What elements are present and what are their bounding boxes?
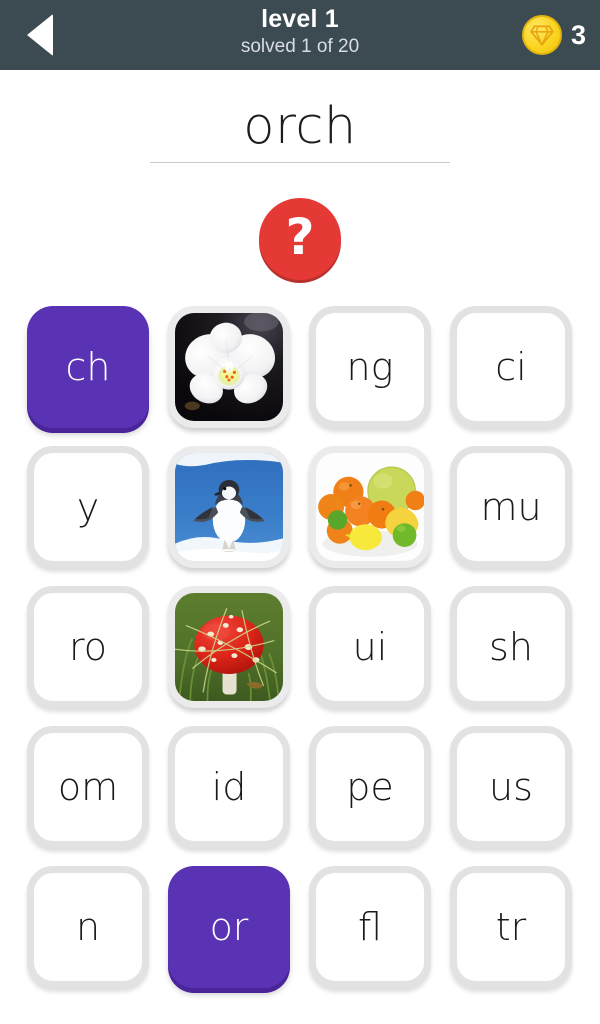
- picture-tile[interactable]: [309, 446, 431, 568]
- app-header: level 1 solved 1 of 20 3: [0, 0, 600, 70]
- tile-label: fl: [358, 905, 382, 949]
- tile-label: id: [211, 765, 247, 809]
- page-title: level 1: [261, 5, 339, 33]
- tile-grid: ch ng ci y mu ro ui sh om id pe us n or …: [27, 306, 573, 988]
- hint-area: ?: [0, 190, 600, 300]
- coin-count-label: 3: [570, 20, 586, 50]
- word-underline: [150, 162, 450, 163]
- letter-tile[interactable]: om: [27, 726, 149, 848]
- game-screen: level 1 solved 1 of 20 3 orch ? ch ng ci…: [0, 0, 600, 1024]
- letter-tile[interactable]: us: [450, 726, 572, 848]
- word-display: orch: [0, 70, 600, 190]
- tile-label: pe: [346, 765, 394, 809]
- tile-label: ch: [65, 345, 111, 389]
- tile-label: or: [209, 905, 249, 949]
- picture-tile[interactable]: [168, 306, 290, 428]
- picture-tile[interactable]: [168, 446, 290, 568]
- letter-tile[interactable]: fl: [309, 866, 431, 988]
- citrus-fruit-pile-image: [316, 453, 424, 561]
- coin-counter[interactable]: 3: [521, 0, 586, 70]
- letter-tile[interactable]: tr: [450, 866, 572, 988]
- letter-tile[interactable]: n: [27, 866, 149, 988]
- tile-label: ci: [495, 345, 527, 389]
- tile-label: mu: [480, 485, 542, 529]
- tile-label: us: [489, 765, 533, 809]
- back-button[interactable]: [8, 0, 72, 70]
- letter-tile[interactable]: mu: [450, 446, 572, 568]
- tile-label: y: [76, 485, 100, 529]
- letter-tile[interactable]: ro: [27, 586, 149, 708]
- letter-tile-selected[interactable]: or: [168, 866, 290, 988]
- tile-label: ng: [346, 345, 394, 389]
- tile-label: ro: [68, 625, 108, 669]
- penguin-on-snow-image: [175, 453, 283, 561]
- letter-tile[interactable]: ui: [309, 586, 431, 708]
- tile-label: sh: [489, 625, 533, 669]
- tile-label: n: [75, 905, 101, 949]
- letter-tile[interactable]: id: [168, 726, 290, 848]
- tile-label: ui: [352, 625, 388, 669]
- hint-button[interactable]: ?: [259, 198, 341, 280]
- letter-tile[interactable]: pe: [309, 726, 431, 848]
- white-orchid-on-black-image: [175, 313, 283, 421]
- progress-text: solved 1 of 20: [240, 36, 360, 57]
- letter-tile-selected[interactable]: ch: [27, 306, 149, 428]
- letter-tile[interactable]: ng: [309, 306, 431, 428]
- letter-tile[interactable]: y: [27, 446, 149, 568]
- letter-tile[interactable]: ci: [450, 306, 572, 428]
- back-arrow-icon: [27, 14, 53, 56]
- letter-tile[interactable]: sh: [450, 586, 572, 708]
- header-title-block: level 1 solved 1 of 20: [0, 4, 600, 60]
- tile-label: tr: [495, 905, 527, 949]
- question-mark-icon: ?: [285, 208, 315, 266]
- current-word-text: orch: [243, 97, 357, 156]
- red-fly-agaric-mushroom-image: [175, 593, 283, 701]
- gem-coin-icon: [521, 15, 562, 55]
- picture-tile[interactable]: [168, 586, 290, 708]
- tile-label: om: [57, 765, 119, 809]
